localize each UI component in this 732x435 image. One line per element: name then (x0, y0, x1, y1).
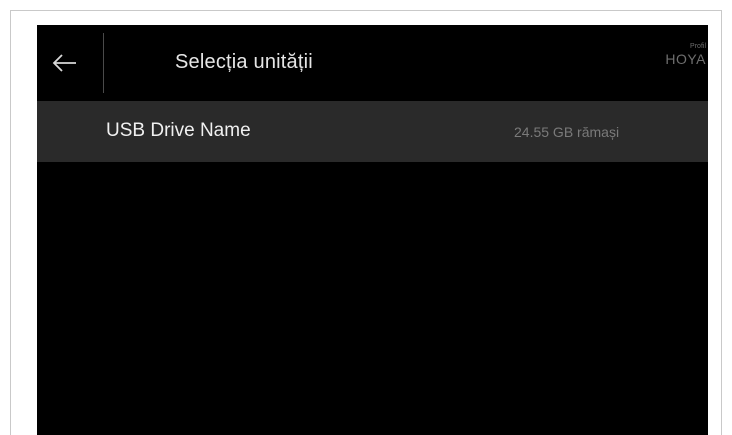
list-item-usb-drive[interactable]: USB Drive Name 24.55 GB rămași (37, 101, 708, 162)
header-divider (103, 33, 104, 93)
drive-free-space: 24.55 GB rămași (514, 124, 620, 140)
arrow-left-icon (52, 53, 78, 73)
page-title: Selecția unității (175, 51, 313, 73)
profile-button[interactable]: Profil HOYA (665, 43, 706, 67)
drive-name: USB Drive Name (106, 120, 251, 141)
header-bar: Selecția unității Profil HOYA (37, 25, 708, 101)
drive-selection-screen: Selecția unității Profil HOYA USB Drive … (37, 25, 708, 435)
profile-name: HOYA (665, 51, 706, 67)
profile-label: Profil (690, 43, 706, 50)
back-button[interactable] (45, 43, 85, 83)
